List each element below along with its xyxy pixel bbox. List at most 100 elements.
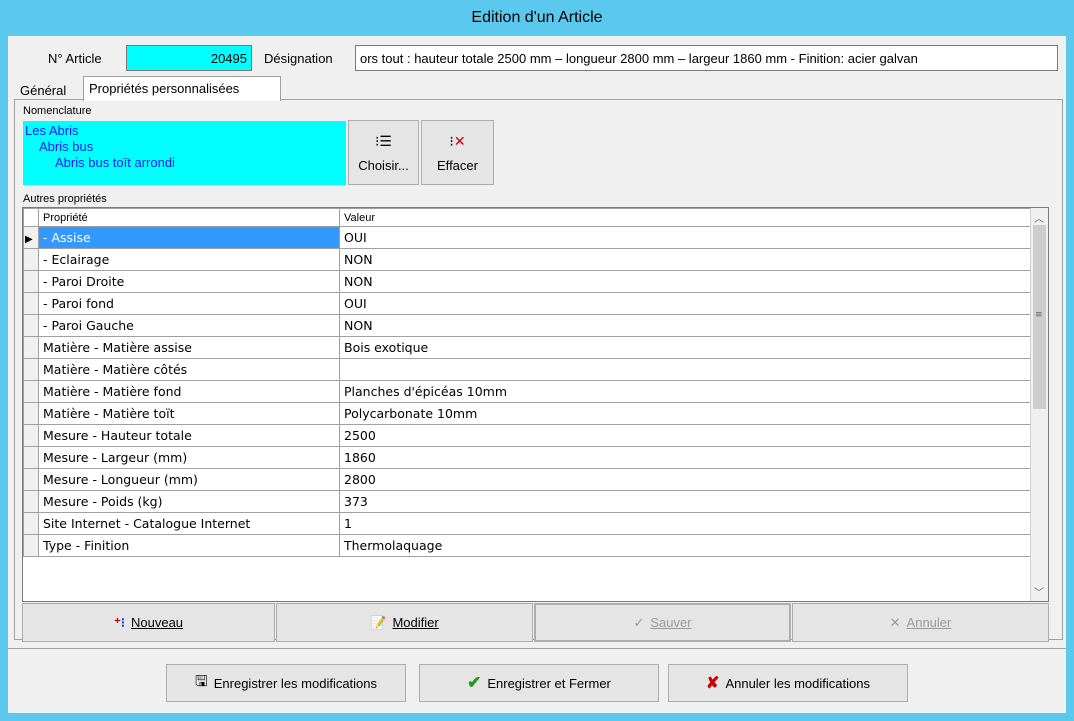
cancel-changes-button[interactable]: ✘ Annuler les modifications [668, 664, 908, 702]
row-selector[interactable] [23, 248, 39, 271]
scroll-up-icon[interactable]: ︿ [1034, 210, 1044, 225]
property-cell[interactable]: Matière - Matière fond [38, 380, 340, 403]
property-cell[interactable]: Mesure - Largeur (mm) [38, 446, 340, 469]
footer-separator [8, 648, 1066, 649]
table-row[interactable]: Matière - Matière assise Bois exotique [23, 336, 1033, 359]
value-cell[interactable]: 1 [339, 512, 1033, 535]
designation-field[interactable]: ors tout : hauteur totale 2500 mm – long… [355, 45, 1058, 71]
red-cross-icon: ✘ [706, 675, 720, 692]
table-row[interactable]: ▶ - Assise OUI [23, 226, 1033, 249]
property-cell[interactable]: Matière - Matière assise [38, 336, 340, 359]
value-cell[interactable] [339, 358, 1033, 381]
table-row[interactable]: Mesure - Poids (kg) 373 [23, 490, 1033, 513]
property-cell[interactable]: Site Internet - Catalogue Internet [38, 512, 340, 535]
nomenclature-tree[interactable]: Les Abris Abris bus Abris bus toït arron… [23, 121, 346, 185]
column-value-header[interactable]: Valeur [339, 208, 1033, 227]
row-selector[interactable] [23, 534, 39, 557]
value-cell[interactable]: 373 [339, 490, 1033, 513]
edit-icon: 📝 [370, 614, 387, 630]
article-number-field[interactable]: 20495 [126, 45, 252, 71]
row-selector-header [23, 208, 39, 227]
edit-button[interactable]: 📝 Modifier [276, 603, 533, 642]
row-selector[interactable] [23, 292, 39, 315]
grid-vertical-scrollbar[interactable]: ︿ ≡ ﹀ [1030, 208, 1048, 601]
row-selector[interactable] [23, 424, 39, 447]
column-property-header[interactable]: Propriété [38, 208, 340, 227]
row-selector[interactable] [23, 270, 39, 293]
clear-label: Effacer [437, 157, 478, 173]
choose-button[interactable]: ⁝☰ Choisir... [348, 120, 419, 185]
scrollbar-thumb[interactable]: ≡ [1033, 225, 1046, 409]
table-row[interactable]: Matière - Matière toït Polycarbonate 10mm [23, 402, 1033, 425]
table-row[interactable]: Mesure - Largeur (mm) 1860 [23, 446, 1033, 469]
row-selector[interactable] [23, 468, 39, 491]
designation-label: Désignation [264, 51, 333, 66]
property-cell[interactable]: Mesure - Longueur (mm) [38, 468, 340, 491]
choose-label: Choisir... [358, 157, 409, 173]
clear-button[interactable]: ⁝✕ Effacer [421, 120, 494, 185]
row-selector[interactable] [23, 490, 39, 513]
table-row[interactable]: Mesure - Hauteur totale 2500 [23, 424, 1033, 447]
value-cell[interactable]: 2500 [339, 424, 1033, 447]
row-selector[interactable] [23, 512, 39, 535]
row-selector[interactable] [23, 314, 39, 337]
table-row[interactable]: Mesure - Longueur (mm) 2800 [23, 468, 1033, 491]
properties-grid[interactable]: Propriété Valeur ▶ - Assise OUI - Eclaira… [22, 207, 1049, 602]
value-cell[interactable]: Planches d'épicéas 10mm [339, 380, 1033, 403]
property-cell[interactable]: Mesure - Hauteur totale [38, 424, 340, 447]
row-selector[interactable] [23, 358, 39, 381]
table-row[interactable]: - Paroi Gauche NON [23, 314, 1033, 337]
table-row[interactable]: - Paroi Droite NON [23, 270, 1033, 293]
save-changes-button[interactable]: 🖫 Enregistrer les modifications [166, 664, 406, 702]
nomenclature-label: Nomenclature [23, 105, 92, 117]
property-cell[interactable]: Matière - Matière côtés [38, 358, 340, 381]
table-row[interactable]: - Eclairage NON [23, 248, 1033, 271]
table-row[interactable]: Matière - Matière côtés [23, 358, 1033, 381]
tab-general[interactable]: Général [14, 80, 70, 100]
property-cell[interactable]: - Paroi fond [38, 292, 340, 315]
grip-icon: ≡ [1035, 310, 1043, 320]
row-selector[interactable] [23, 402, 39, 425]
save-close-button[interactable]: ✔ Enregistrer et Fermer [419, 664, 659, 702]
table-row[interactable]: Site Internet - Catalogue Internet 1 [23, 512, 1033, 535]
nomenclature-level-2[interactable]: Abris bus [25, 139, 346, 155]
property-cell[interactable]: Matière - Matière toït [38, 402, 340, 425]
nomenclature-level-3[interactable]: Abris bus toït arrondi [25, 155, 346, 171]
save-label: Sauver [650, 615, 692, 630]
grid-header-row: Propriété Valeur [23, 208, 1033, 227]
table-row[interactable]: Type - Finition Thermolaquage [23, 534, 1033, 557]
window-title: Edition d'un Article [471, 9, 603, 26]
property-cell[interactable]: Mesure - Poids (kg) [38, 490, 340, 513]
nomenclature-level-1[interactable]: Les Abris [25, 123, 346, 139]
table-row[interactable]: Matière - Matière fond Planches d'épicéas… [23, 380, 1033, 403]
value-cell[interactable]: NON [339, 270, 1033, 293]
value-cell[interactable]: Polycarbonate 10mm [339, 402, 1033, 425]
property-cell[interactable]: - Paroi Gauche [38, 314, 340, 337]
value-cell[interactable]: NON [339, 248, 1033, 271]
value-cell[interactable]: Thermolaquage [339, 534, 1033, 557]
value-cell[interactable]: 2800 [339, 468, 1033, 491]
property-cell[interactable]: - Eclairage [38, 248, 340, 271]
row-selector[interactable] [23, 446, 39, 469]
article-edit-window: Edition d'un Article N° Article 20495 Dé… [0, 0, 1074, 721]
row-selector[interactable] [23, 380, 39, 403]
property-cell[interactable]: Type - Finition [38, 534, 340, 557]
property-cell[interactable]: - Paroi Droite [38, 270, 340, 293]
value-cell[interactable]: Bois exotique [339, 336, 1033, 359]
row-selector[interactable]: ▶ [23, 226, 39, 249]
property-cell[interactable]: - Assise [38, 226, 340, 249]
other-properties-label: Autres propriétés [23, 193, 107, 205]
value-cell[interactable]: 1860 [339, 446, 1033, 469]
value-cell[interactable]: OUI [339, 292, 1033, 315]
cancel-button[interactable]: ✕ Annuler [792, 603, 1049, 642]
value-cell[interactable]: OUI [339, 226, 1033, 249]
table-row[interactable]: - Paroi fond OUI [23, 292, 1033, 315]
value-cell[interactable]: NON [339, 314, 1033, 337]
tab-custom-properties[interactable]: Propriétés personnalisées [83, 76, 281, 101]
scroll-down-icon[interactable]: ﹀ [1034, 584, 1044, 599]
save-close-label: Enregistrer et Fermer [487, 675, 611, 691]
new-row-icon: ⁺⁝ [113, 614, 125, 630]
row-selector[interactable] [23, 336, 39, 359]
save-button[interactable]: ✓ Sauver [534, 603, 791, 642]
new-button[interactable]: ⁺⁝ Nouveau [22, 603, 275, 642]
